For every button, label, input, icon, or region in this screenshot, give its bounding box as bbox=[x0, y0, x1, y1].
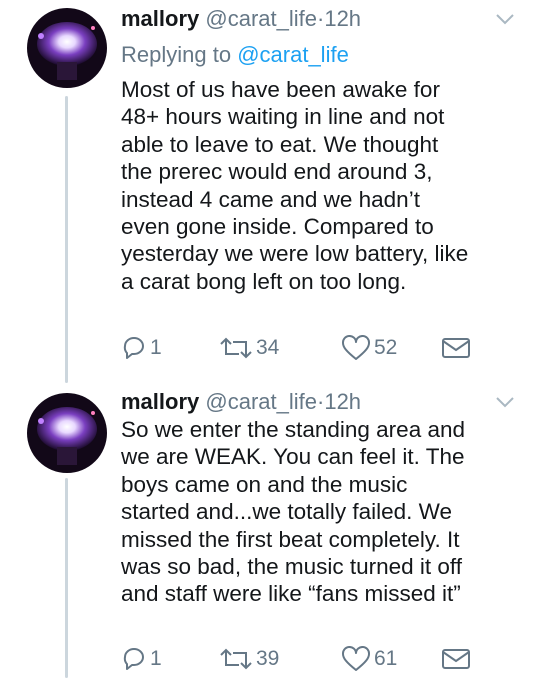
text-line: So we enter the standing area and bbox=[121, 417, 465, 442]
like-icon bbox=[342, 646, 370, 671]
text-line: and staff were like “fans missed it” bbox=[121, 581, 461, 607]
tweet-header: mallory @carat_life·12h bbox=[121, 6, 361, 32]
text-line: the prerec would end around 3, bbox=[121, 159, 433, 185]
text-line: Most of us have been awake for bbox=[121, 77, 440, 102]
avatar-image bbox=[27, 8, 107, 88]
reply-icon bbox=[123, 337, 144, 359]
replying-handle-link[interactable]: @carat_life bbox=[237, 42, 349, 67]
text-line: was so bad, the music turned it off bbox=[121, 554, 463, 580]
author-name[interactable]: mallory bbox=[121, 389, 199, 414]
tweet[interactable]: mallory @carat_life·12h Replying to @car… bbox=[0, 0, 540, 375]
text-line: yesterday we were low battery, like bbox=[121, 241, 469, 267]
replying-prefix: Replying to bbox=[121, 42, 232, 67]
message-button[interactable] bbox=[441, 334, 471, 362]
text-line: missed the first beat completely. It bbox=[121, 526, 460, 552]
chevron-down-icon[interactable] bbox=[495, 395, 515, 409]
reply-button[interactable]: 1 bbox=[121, 645, 162, 673]
like-count: 61 bbox=[374, 647, 398, 670]
like-count: 52 bbox=[374, 336, 398, 359]
tweet-header: mallory @carat_life·12h bbox=[121, 389, 361, 415]
reply-count: 1 bbox=[150, 336, 162, 359]
author-name[interactable]: mallory bbox=[121, 6, 199, 31]
retweet-icon bbox=[220, 337, 252, 359]
text-line: able to leave to eat. We thought bbox=[121, 131, 439, 157]
reply-icon bbox=[123, 648, 144, 670]
retweet-count: 34 bbox=[256, 336, 280, 359]
avatar[interactable] bbox=[27, 8, 107, 88]
tweet-actions: 1 39 61 bbox=[121, 645, 540, 673]
retweet-count: 39 bbox=[256, 647, 280, 670]
tweet-text: Most of us have been awake for 48+ hours… bbox=[121, 76, 526, 295]
retweet-button[interactable]: 34 bbox=[219, 334, 279, 362]
text-line: boys came on and the music bbox=[121, 471, 408, 497]
like-icon bbox=[342, 335, 370, 360]
retweet-icon bbox=[220, 648, 252, 670]
replying-to: Replying to @carat_life bbox=[121, 42, 349, 68]
text-line: 48+ hours waiting in line and not bbox=[121, 104, 445, 130]
like-button[interactable]: 52 bbox=[341, 334, 397, 362]
avatar-image bbox=[27, 393, 107, 473]
text-line: instead 4 came and we hadn’t bbox=[121, 186, 420, 212]
reply-button[interactable]: 1 bbox=[121, 334, 162, 362]
author-handle[interactable]: @carat_life bbox=[205, 389, 317, 414]
timestamp[interactable]: 12h bbox=[324, 6, 361, 31]
chevron-down-icon[interactable] bbox=[495, 12, 515, 26]
text-line: a carat bong left on too long. bbox=[121, 268, 407, 294]
avatar[interactable] bbox=[27, 393, 107, 473]
like-button[interactable]: 61 bbox=[341, 645, 397, 673]
text-line: we are WEAK. You can feel it. The bbox=[121, 444, 465, 470]
tweet[interactable]: mallory @carat_life·12h So we enter the … bbox=[0, 383, 540, 678]
text-line: started and...we totally failed. We bbox=[121, 499, 453, 525]
tweet-actions: 1 34 52 bbox=[121, 334, 540, 362]
message-button[interactable] bbox=[441, 645, 471, 673]
retweet-button[interactable]: 39 bbox=[219, 645, 279, 673]
text-line: even gone inside. Compared to bbox=[121, 214, 434, 240]
message-icon bbox=[442, 649, 470, 669]
timestamp[interactable]: 12h bbox=[324, 389, 361, 414]
reply-count: 1 bbox=[150, 647, 162, 670]
author-handle[interactable]: @carat_life bbox=[205, 6, 317, 31]
tweet-text: So we enter the standing area and we are… bbox=[121, 416, 526, 608]
message-icon bbox=[442, 338, 470, 358]
